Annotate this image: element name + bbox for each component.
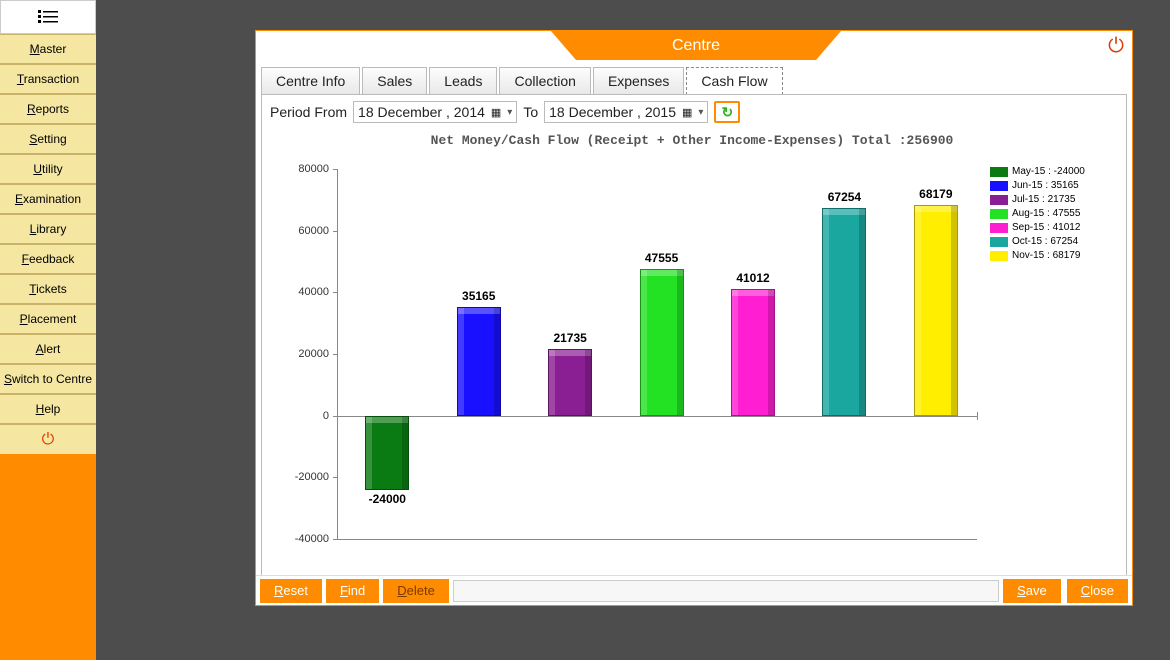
period-from-label: Period From — [270, 104, 347, 120]
y-axis — [337, 169, 338, 539]
bar-nov-15: 68179 — [914, 205, 958, 415]
bar-aug-15: 47555 — [640, 269, 684, 416]
tab-centre-info[interactable]: Centre Info — [261, 67, 360, 95]
legend-item: Aug-15 : 47555 — [990, 207, 1085, 221]
bar-oct-15: 67254 — [822, 208, 866, 415]
sidebar-item-tickets[interactable]: Tickets — [0, 274, 96, 304]
reset-button[interactable]: Reset — [260, 579, 322, 603]
bar-value-label: 35165 — [429, 289, 529, 303]
y-tick-label: 60000 — [298, 225, 329, 237]
window-close-icon[interactable]: ⏻ — [1108, 35, 1124, 58]
legend-swatch — [990, 223, 1008, 233]
bar-value-label: -24000 — [337, 492, 437, 506]
chart-legend: May-15 : -24000Jun-15 : 35165Jul-15 : 21… — [990, 165, 1085, 263]
chevron-down-icon: ▾ — [507, 107, 512, 118]
legend-label: Jun-15 : 35165 — [1012, 179, 1079, 193]
period-to-input[interactable]: 18 December , 2015 ▦▾ — [544, 101, 708, 123]
y-tick-label: -40000 — [295, 533, 329, 545]
close-button[interactable]: Close — [1067, 579, 1128, 603]
sidebar-item-switch-to-centre[interactable]: Switch to Centre — [0, 364, 96, 394]
main-window: Centre ⏻ Centre InfoSalesLeadsCollection… — [255, 30, 1133, 606]
bar-value-label: 41012 — [703, 271, 803, 285]
legend-swatch — [990, 167, 1008, 177]
legend-label: Sep-15 : 41012 — [1012, 221, 1080, 235]
legend-item: May-15 : -24000 — [990, 165, 1085, 179]
sidebar-item-setting[interactable]: Setting — [0, 124, 96, 154]
y-tick-label: 80000 — [298, 163, 329, 175]
sidebar-item-library[interactable]: Library — [0, 214, 96, 244]
refresh-icon: ↻ — [722, 104, 734, 121]
tab-sales[interactable]: Sales — [362, 67, 427, 95]
y-tick-label: 40000 — [298, 286, 329, 298]
bar-may-15: -24000 — [365, 416, 409, 490]
power-icon: ⏻ — [42, 431, 55, 449]
sidebar-item-reports[interactable]: Reports — [0, 94, 96, 124]
sidebar: MasterTransactionReportsSettingUtilityEx… — [0, 0, 96, 660]
y-tick-label: -20000 — [295, 471, 329, 483]
legend-item: Jun-15 : 35165 — [990, 179, 1085, 193]
legend-label: May-15 : -24000 — [1012, 165, 1085, 179]
legend-item: Oct-15 : 67254 — [990, 235, 1085, 249]
sidebar-item-examination[interactable]: Examination — [0, 184, 96, 214]
tab-content: Period From 18 December , 2014 ▦▾ To 18 … — [261, 94, 1127, 584]
sidebar-item-alert[interactable]: Alert — [0, 334, 96, 364]
y-tick-label: 0 — [323, 410, 329, 422]
chart-title: Net Money/Cash Flow (Receipt + Other Inc… — [262, 129, 1122, 158]
legend-label: Nov-15 : 68179 — [1012, 249, 1080, 263]
calendar-icon: ▦ — [491, 106, 501, 119]
tab-leads[interactable]: Leads — [429, 67, 497, 95]
bar-jun-15: 35165 — [457, 307, 501, 415]
legend-label: Aug-15 : 47555 — [1012, 207, 1080, 221]
hamburger-icon[interactable] — [0, 0, 96, 34]
bar-value-label: 47555 — [612, 251, 712, 265]
legend-swatch — [990, 237, 1008, 247]
save-button[interactable]: Save — [1003, 579, 1061, 603]
period-row: Period From 18 December , 2014 ▦▾ To 18 … — [262, 95, 1126, 129]
sidebar-item-master[interactable]: Master — [0, 34, 96, 64]
sidebar-item-transaction[interactable]: Transaction — [0, 64, 96, 94]
period-to-label: To — [523, 104, 538, 120]
tab-collection[interactable]: Collection — [499, 67, 590, 95]
period-from-input[interactable]: 18 December , 2014 ▦▾ — [353, 101, 517, 123]
legend-swatch — [990, 195, 1008, 205]
window-title: Centre — [576, 31, 816, 60]
sidebar-power[interactable]: ⏻ — [0, 424, 96, 454]
sidebar-item-placement[interactable]: Placement — [0, 304, 96, 334]
tab-cash-flow[interactable]: Cash Flow — [686, 67, 782, 95]
bar-value-label: 21735 — [520, 331, 620, 345]
tab-expenses[interactable]: Expenses — [593, 67, 684, 95]
legend-swatch — [990, 251, 1008, 261]
legend-item: Sep-15 : 41012 — [990, 221, 1085, 235]
calendar-icon: ▦ — [682, 106, 692, 119]
chart: Net Money/Cash Flow (Receipt + Other Inc… — [262, 129, 1122, 559]
bar-sep-15: 41012 — [731, 289, 775, 415]
tabs: Centre InfoSalesLeadsCollectionExpensesC… — [261, 67, 1127, 95]
legend-item: Nov-15 : 68179 — [990, 249, 1085, 263]
legend-label: Oct-15 : 67254 — [1012, 235, 1078, 249]
sidebar-item-utility[interactable]: Utility — [0, 154, 96, 184]
refresh-button[interactable]: ↻ — [714, 101, 740, 123]
legend-swatch — [990, 209, 1008, 219]
bottom-toolbar: Reset Find Delete Save Close — [256, 575, 1132, 605]
bottom-search-input[interactable] — [453, 580, 999, 602]
legend-swatch — [990, 181, 1008, 191]
y-tick-label: 20000 — [298, 348, 329, 360]
bar-value-label: 68179 — [886, 187, 986, 201]
legend-label: Jul-15 : 21735 — [1012, 193, 1075, 207]
delete-button[interactable]: Delete — [383, 579, 449, 603]
bar-jul-15: 21735 — [548, 349, 592, 416]
find-button[interactable]: Find — [326, 579, 379, 603]
sidebar-item-help[interactable]: Help — [0, 394, 96, 424]
chevron-down-icon: ▾ — [698, 107, 703, 118]
bar-value-label: 67254 — [794, 190, 894, 204]
chart-plot: -40000-20000020000400006000080000-240003… — [337, 169, 977, 539]
sidebar-item-feedback[interactable]: Feedback — [0, 244, 96, 274]
legend-item: Jul-15 : 21735 — [990, 193, 1085, 207]
